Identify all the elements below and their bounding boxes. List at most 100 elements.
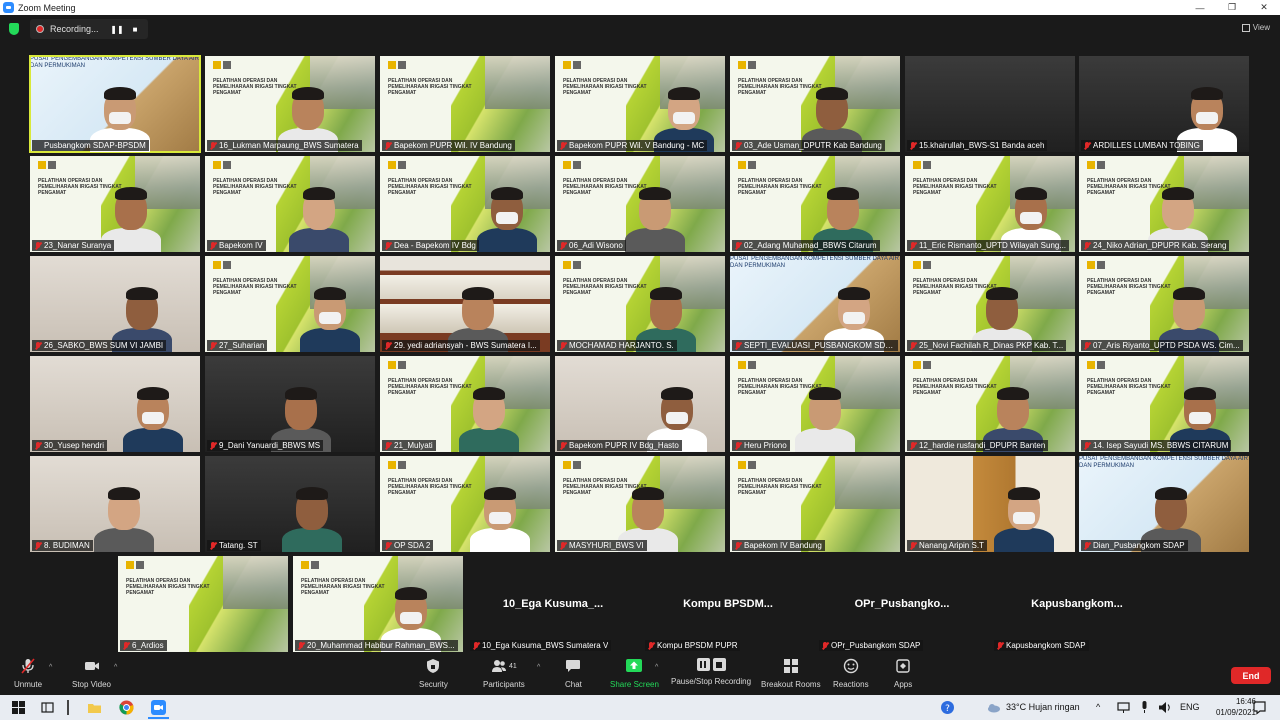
show-hidden-icons-icon[interactable]: ^ bbox=[1096, 702, 1100, 712]
video-tile[interactable]: PUSAT PENGEMBANGAN KOMPETENSI SUMBER DAY… bbox=[29, 55, 201, 153]
chat-button[interactable]: Chat bbox=[565, 658, 582, 689]
video-tile[interactable]: PELATIHAN OPERASI DAN PEMELIHARAAN IRIGA… bbox=[1079, 356, 1249, 452]
participant-name: 27_Suharian bbox=[219, 341, 265, 350]
video-tile[interactable]: Tatang. ST bbox=[205, 456, 375, 552]
participant-name: 20_Muhammad Habibur Rahman_BWS... bbox=[307, 641, 455, 650]
system-clock[interactable]: 16:46 01/09/2021 bbox=[1216, 696, 1256, 718]
security-button[interactable]: Security bbox=[419, 658, 448, 689]
video-tile[interactable]: Kompu BPSDM... Kompu BPSDM PUPR bbox=[643, 556, 813, 652]
pupr-logo-icon bbox=[738, 61, 756, 69]
muted-mic-icon bbox=[735, 241, 741, 250]
video-tile[interactable]: OPr_Pusbangko... OPr_Pusbangkom SDAP bbox=[817, 556, 987, 652]
view-label: View bbox=[1252, 23, 1270, 32]
participant-name-tag: 16_Lukman Marpaung_BWS Sumatera bbox=[207, 140, 362, 151]
video-tile[interactable]: PELATIHAN OPERASI DAN PEMELIHARAAN IRIGA… bbox=[30, 156, 200, 252]
video-tile[interactable]: PELATIHAN OPERASI DAN PEMELIHARAAN IRIGA… bbox=[205, 56, 375, 152]
video-tile[interactable]: PELATIHAN OPERASI DAN PEMELIHARAAN IRIGA… bbox=[905, 356, 1075, 452]
chrome-icon[interactable] bbox=[119, 700, 134, 715]
muted-mic-icon bbox=[298, 641, 304, 650]
video-tile[interactable]: PELATIHAN OPERASI DAN PEMELIHARAAN IRIGA… bbox=[905, 256, 1075, 352]
encryption-shield-icon[interactable] bbox=[9, 23, 19, 35]
weather-text[interactable]: 33°C Hujan ringan bbox=[1006, 702, 1080, 712]
video-tile[interactable]: Nanang Aripin S.T bbox=[905, 456, 1075, 552]
restore-button[interactable]: ❐ bbox=[1216, 0, 1248, 15]
video-tile[interactable]: PELATIHAN OPERASI DAN PEMELIHARAAN IRIGA… bbox=[1079, 256, 1249, 352]
end-meeting-button[interactable]: End bbox=[1231, 667, 1271, 684]
video-tile[interactable]: 15.khairullah_BWS-S1 Banda aceh bbox=[905, 56, 1075, 152]
file-explorer-icon[interactable] bbox=[87, 700, 102, 715]
zoom-app-icon[interactable] bbox=[151, 700, 166, 715]
volume-icon[interactable] bbox=[1157, 700, 1172, 715]
video-tile[interactable]: Bapekom PUPR IV Bdg_Hasto bbox=[555, 356, 725, 452]
participant-name-tag: 21_Mulyati bbox=[382, 440, 436, 451]
reactions-button[interactable]: Reactions bbox=[833, 658, 869, 689]
video-tile[interactable]: PELATIHAN OPERASI DAN PEMELIHARAAN IRIGA… bbox=[1079, 156, 1249, 252]
video-tile[interactable]: PELATIHAN OPERASI DAN PEMELIHARAAN IRIGA… bbox=[730, 456, 900, 552]
breakout-rooms-button[interactable]: Breakout Rooms bbox=[761, 658, 821, 689]
participants-count: 41 bbox=[509, 662, 517, 670]
video-tile[interactable]: PELATIHAN OPERASI DAN PEMELIHARAAN IRIGA… bbox=[555, 56, 725, 152]
stop-recording-icon[interactable]: ■ bbox=[128, 25, 142, 34]
video-tile[interactable]: PELATIHAN OPERASI DAN PEMELIHARAAN IRIGA… bbox=[555, 256, 725, 352]
share-screen-button[interactable]: Share Screen bbox=[610, 658, 659, 689]
network-icon[interactable] bbox=[1116, 700, 1131, 715]
share-options-caret-icon[interactable]: ^ bbox=[655, 664, 658, 671]
video-tile[interactable]: PELATIHAN OPERASI DAN PEMELIHARAAN IRIGA… bbox=[118, 556, 288, 652]
language-indicator[interactable]: ENG bbox=[1180, 702, 1200, 712]
stop-video-button[interactable]: Stop Video bbox=[72, 658, 111, 689]
video-tile[interactable]: PELATIHAN OPERASI DAN PEMELIHARAAN IRIGA… bbox=[205, 256, 375, 352]
participants-icon bbox=[492, 660, 506, 672]
participant-video bbox=[989, 482, 1059, 552]
window-title: Zoom Meeting bbox=[18, 2, 76, 13]
video-tile[interactable]: PELATIHAN OPERASI DAN PEMELIHARAAN IRIGA… bbox=[205, 156, 375, 252]
video-tile[interactable]: Kapusbangkom... Kapusbangkom SDAP bbox=[992, 556, 1162, 652]
video-tile[interactable]: PELATIHAN OPERASI DAN PEMELIHARAAN IRIGA… bbox=[380, 56, 550, 152]
video-tile[interactable]: 30_Yusep hendri bbox=[30, 356, 200, 452]
participants-button[interactable]: 41 Participants bbox=[483, 658, 525, 689]
participants-caret-icon[interactable]: ^ bbox=[537, 664, 540, 671]
view-button[interactable]: View bbox=[1241, 23, 1270, 32]
windows-start-icon[interactable] bbox=[11, 700, 26, 715]
video-tile[interactable]: 9_Dani Yanuardi_BBWS MS bbox=[205, 356, 375, 452]
task-view-icon[interactable] bbox=[40, 700, 55, 715]
participant-name: SEPTI_EVALUASI_PUSBANGKOM SDAP bbox=[744, 341, 895, 350]
video-tile[interactable]: PUSAT PENGEMBANGAN KOMPETENSI SUMBER DAY… bbox=[1079, 456, 1249, 552]
video-tile[interactable]: PUSAT PENGEMBANGAN KOMPETENSI SUMBER DAY… bbox=[730, 256, 900, 352]
video-tile[interactable]: PELATIHAN OPERASI DAN PEMELIHARAAN IRIGA… bbox=[380, 356, 550, 452]
video-tile[interactable]: PELATIHAN OPERASI DAN PEMELIHARAAN IRIGA… bbox=[293, 556, 463, 652]
pupr-logo-icon bbox=[563, 261, 581, 269]
video-tile[interactable]: 26_SABKO_BWS SUM VI JAMBI bbox=[30, 256, 200, 352]
participant-name-tag: 15.khairullah_BWS-S1 Banda aceh bbox=[907, 140, 1048, 151]
pause-recording-icon[interactable]: ❚❚ bbox=[110, 25, 124, 34]
video-tile[interactable]: PELATIHAN OPERASI DAN PEMELIHARAAN IRIGA… bbox=[730, 56, 900, 152]
audio-options-caret-icon[interactable]: ^ bbox=[49, 664, 52, 671]
video-tile[interactable]: 8. BUDIMAN bbox=[30, 456, 200, 552]
video-tile[interactable]: PELATIHAN OPERASI DAN PEMELIHARAAN IRIGA… bbox=[380, 156, 550, 252]
close-button[interactable]: ✕ bbox=[1248, 0, 1280, 15]
unmute-button[interactable]: Unmute bbox=[14, 658, 42, 689]
share-screen-label: Share Screen bbox=[610, 680, 659, 689]
video-tile[interactable]: PELATIHAN OPERASI DAN PEMELIHARAAN IRIGA… bbox=[555, 456, 725, 552]
video-tile[interactable]: PELATIHAN OPERASI DAN PEMELIHARAAN IRIGA… bbox=[730, 356, 900, 452]
notification-icon[interactable] bbox=[1252, 700, 1267, 715]
video-tile[interactable]: 10_Ega Kusuma_... 10_Ega Kusuma_BWS Sumat… bbox=[468, 556, 638, 652]
apps-button[interactable]: Apps bbox=[894, 658, 912, 689]
video-tile[interactable]: PELATIHAN OPERASI DAN PEMELIHARAAN IRIGA… bbox=[905, 156, 1075, 252]
participant-name-tag: Dian_Pusbangkom SDAP bbox=[1081, 540, 1188, 551]
participant-name: 15.khairullah_BWS-S1 Banda aceh bbox=[919, 141, 1045, 150]
participant-name: 23_Nanar Suranya bbox=[44, 241, 112, 250]
microphone-tray-icon[interactable] bbox=[1137, 700, 1152, 715]
pause-stop-recording-button[interactable]: Pause/Stop Recording bbox=[671, 658, 751, 686]
video-tile[interactable]: 29. yedi adriansyah - BWS Sumatera I... bbox=[380, 256, 550, 352]
minimize-button[interactable]: — bbox=[1184, 0, 1216, 15]
help-icon[interactable]: ? bbox=[940, 700, 955, 715]
grid-icon bbox=[1241, 23, 1250, 32]
video-tile[interactable]: PELATIHAN OPERASI DAN PEMELIHARAAN IRIGA… bbox=[380, 456, 550, 552]
video-tile[interactable]: PELATIHAN OPERASI DAN PEMELIHARAAN IRIGA… bbox=[730, 156, 900, 252]
video-tile[interactable]: ARDILLES LUMBAN TOBING bbox=[1079, 56, 1249, 152]
video-options-caret-icon[interactable]: ^ bbox=[114, 664, 117, 671]
video-camera-icon bbox=[84, 662, 99, 670]
pupr-logo-icon bbox=[738, 361, 756, 369]
video-tile[interactable]: PELATIHAN OPERASI DAN PEMELIHARAAN IRIGA… bbox=[555, 156, 725, 252]
muted-mic-icon bbox=[822, 641, 828, 650]
